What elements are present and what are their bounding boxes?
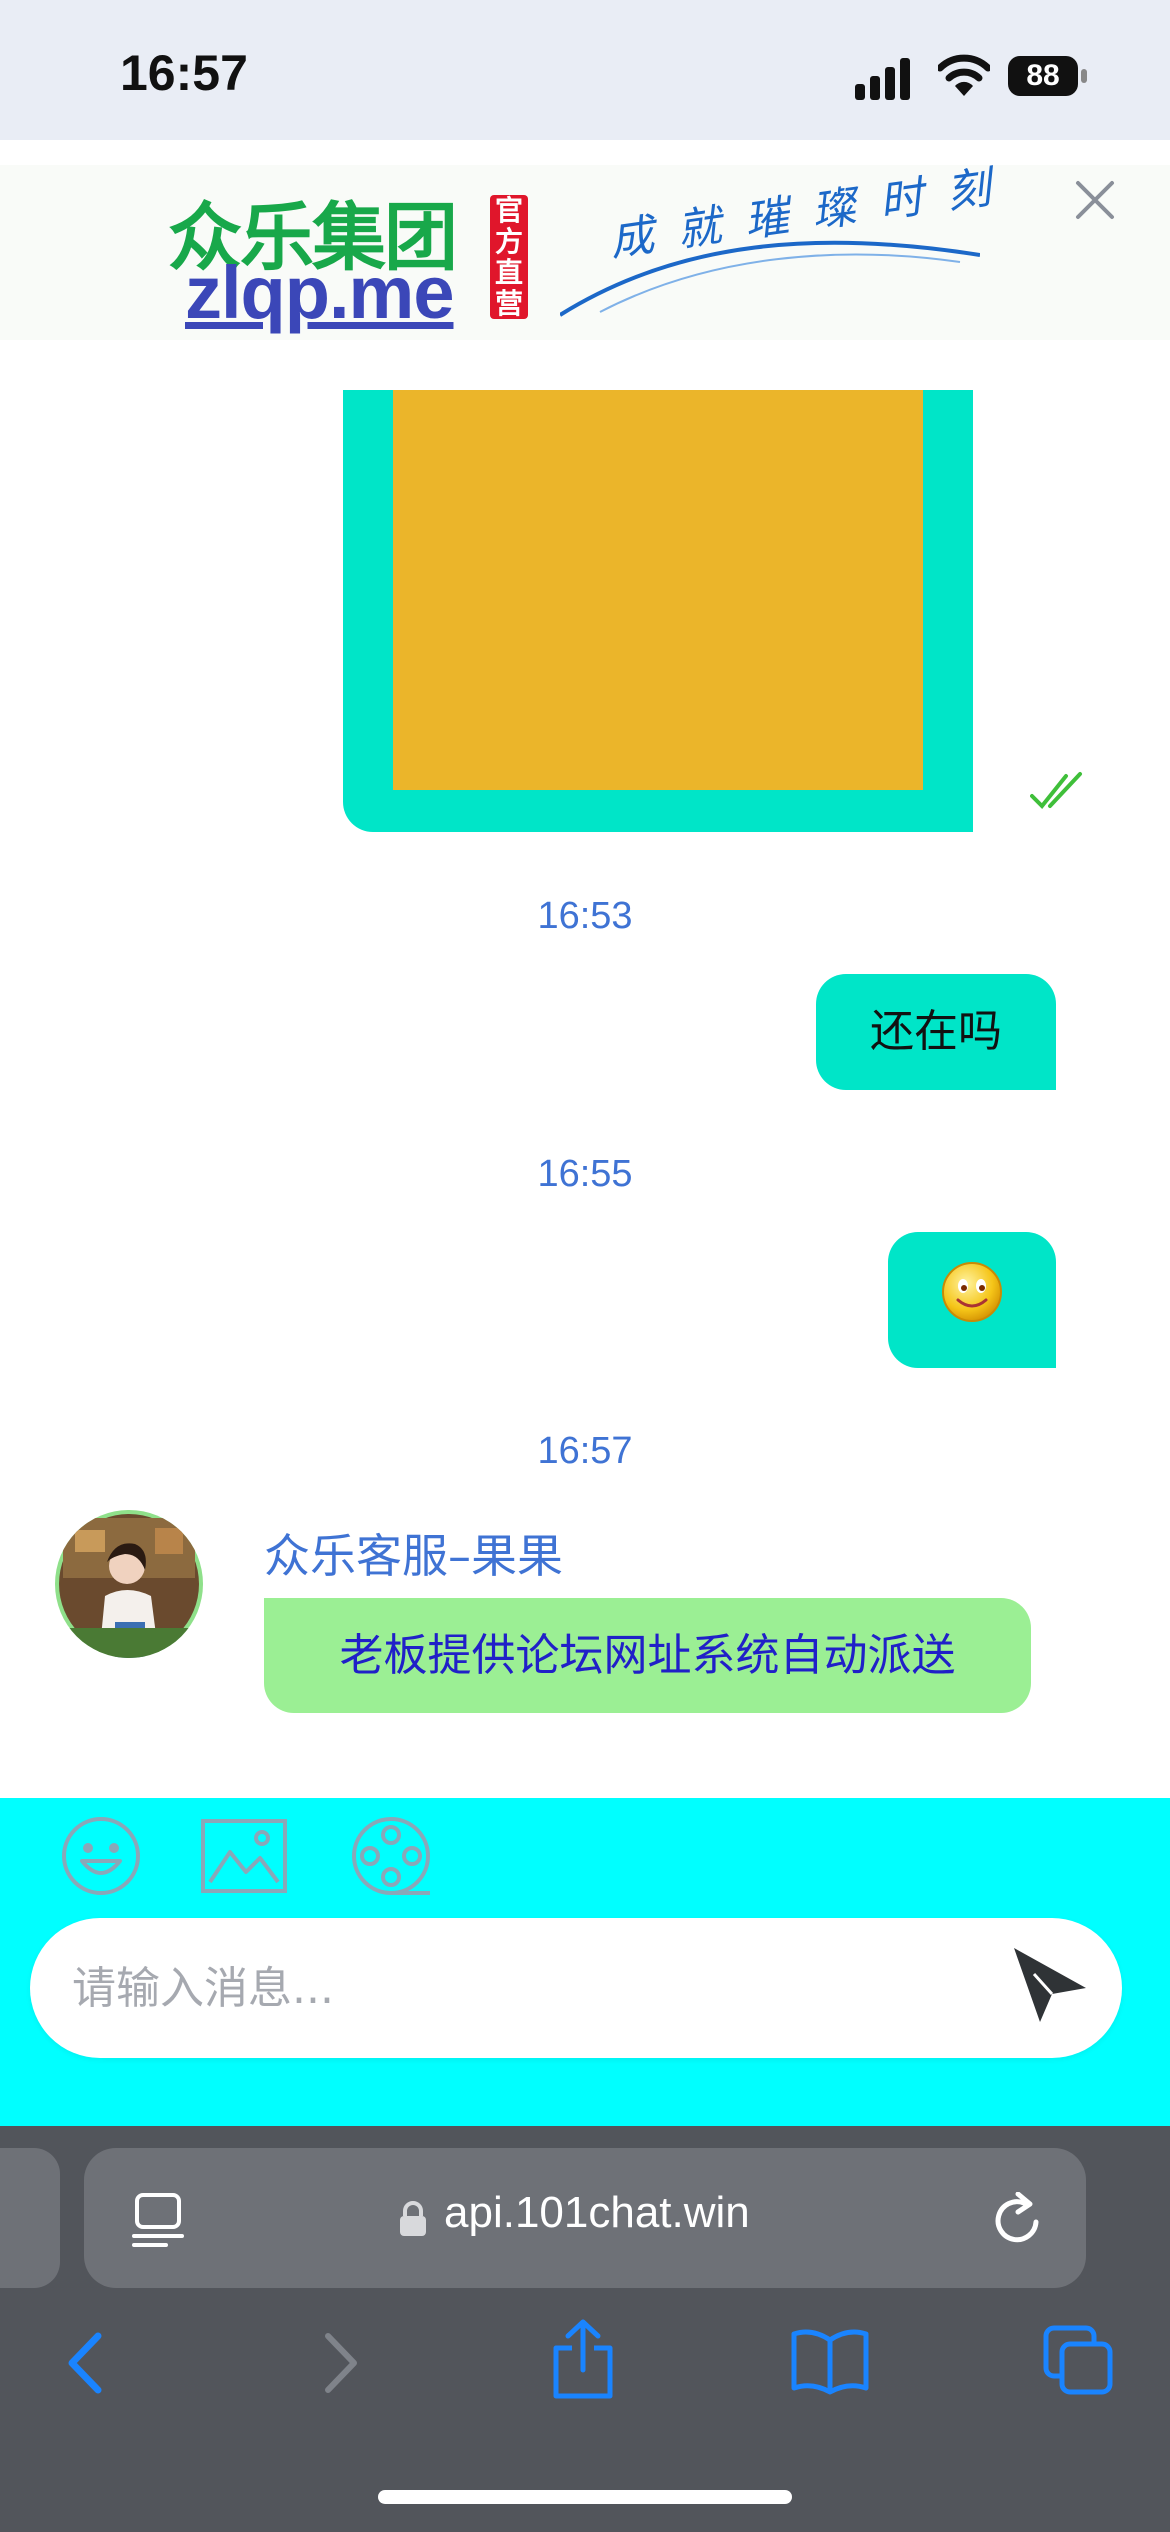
- incoming-message-bubble[interactable]: 老板提供论坛网址系统自动派送: [264, 1598, 1031, 1713]
- outgoing-message-bubble[interactable]: 还在吗: [816, 974, 1056, 1090]
- cellular-signal-icon: [855, 58, 910, 100]
- emoji-icon[interactable]: [60, 1815, 142, 1897]
- share-icon[interactable]: [550, 2318, 616, 2400]
- banner-official-badge: 官方直营: [490, 195, 528, 319]
- back-icon[interactable]: [58, 2330, 114, 2396]
- banner-logo-domain: zlqp.me: [185, 251, 454, 334]
- image-icon[interactable]: [200, 1818, 288, 1894]
- bookmarks-icon[interactable]: [790, 2326, 870, 2396]
- message-timestamp: 16:57: [537, 1430, 633, 1472]
- avatar[interactable]: [55, 1510, 203, 1658]
- video-reel-icon[interactable]: [350, 1815, 432, 1897]
- wifi-icon: [938, 54, 990, 96]
- url-text[interactable]: api.101chat.win: [444, 2188, 750, 2238]
- image-message-content[interactable]: [393, 390, 923, 790]
- double-check-icon: [1030, 772, 1082, 809]
- battery-cap: [1081, 69, 1087, 83]
- message-input[interactable]: [30, 1918, 1122, 2058]
- previous-tab-preview[interactable]: [0, 2148, 60, 2288]
- forward-icon[interactable]: [312, 2330, 368, 2396]
- close-icon[interactable]: [1070, 175, 1120, 225]
- battery-level: 88: [1008, 56, 1078, 96]
- lock-icon: [400, 2201, 426, 2236]
- send-icon[interactable]: [1010, 1944, 1090, 2024]
- battery-indicator: 88: [1008, 56, 1088, 100]
- avatar-photo: [55, 1514, 203, 1658]
- message-timestamp: 16:55: [537, 1153, 633, 1195]
- page-menu-icon[interactable]: [132, 2192, 184, 2248]
- message-timestamp: 16:53: [537, 895, 633, 937]
- sender-name: 众乐客服–果果: [264, 1529, 563, 1583]
- tabs-icon[interactable]: [1042, 2324, 1114, 2396]
- status-time: 16:57: [120, 45, 248, 101]
- home-indicator: [378, 2490, 792, 2504]
- smiley-emoji-icon: [942, 1262, 1002, 1322]
- reload-icon[interactable]: [990, 2192, 1046, 2248]
